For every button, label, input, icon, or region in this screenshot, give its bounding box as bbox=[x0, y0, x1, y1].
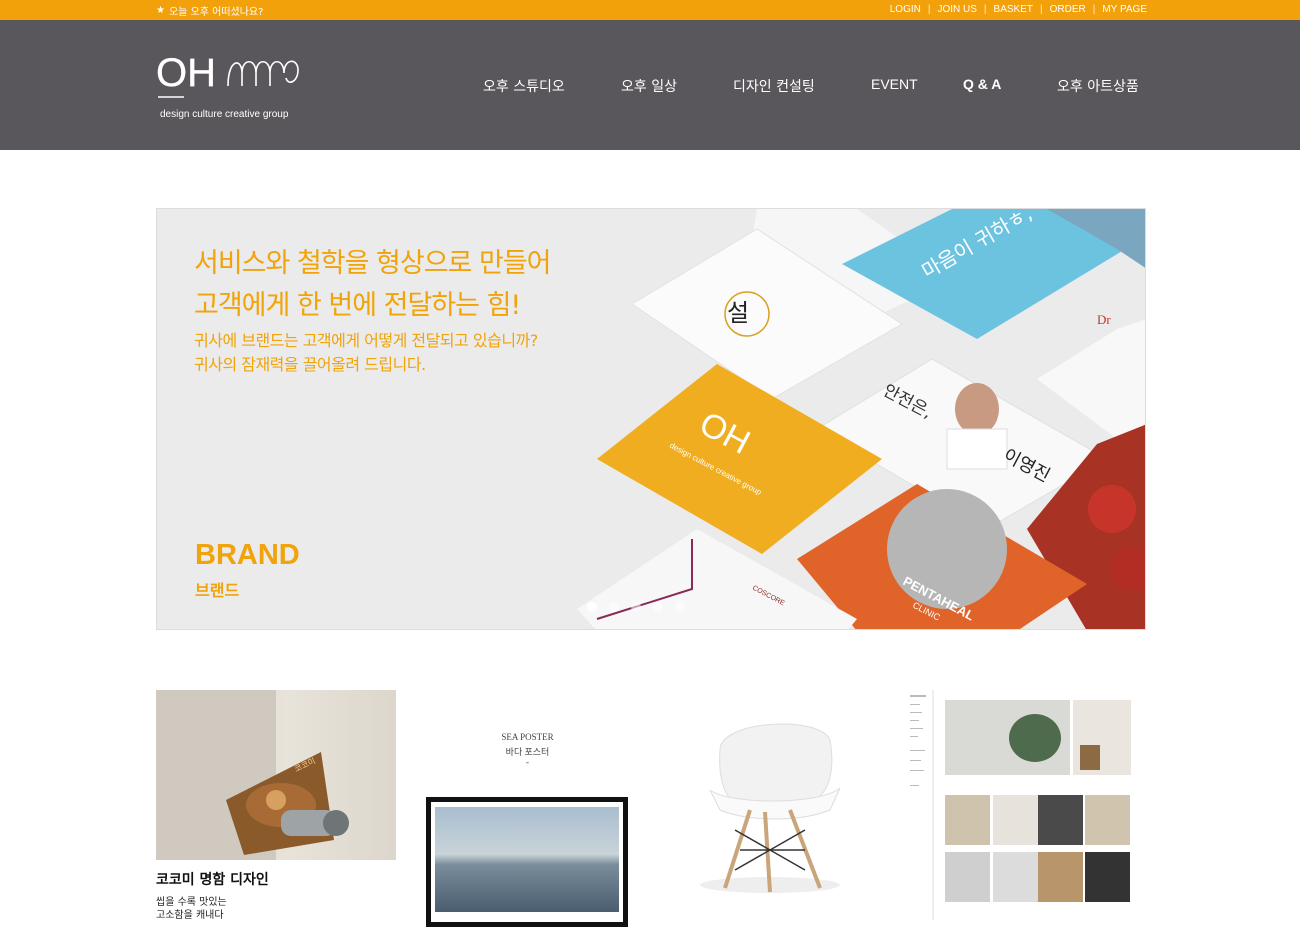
slider-dot[interactable] bbox=[587, 602, 597, 612]
logo-subtitle: design culture creative group bbox=[160, 109, 289, 120]
separator: | bbox=[927, 4, 931, 15]
banner-sub-2: 귀사의 잠재력을 끌어올려 드립니다. bbox=[194, 355, 426, 374]
top-utility-bar: ★ 오늘 오후 어떠셨나요? LOGIN | JOIN US | BASKET | O… bbox=[0, 0, 1300, 20]
separator: | bbox=[1040, 4, 1043, 15]
utility-links: LOGIN | JOIN US | BASKET | ORDER | MY PAGE bbox=[890, 4, 1147, 15]
nav-item-qna[interactable]: Q & A bbox=[963, 76, 1001, 92]
slider-dots bbox=[587, 602, 685, 612]
gallery-title-cocomi[interactable]: 코코미 명함 디자인 bbox=[156, 869, 269, 889]
svg-text:Dr: Dr bbox=[1097, 312, 1111, 327]
business-card-clip-image: 코코미 bbox=[156, 690, 349, 860]
separator: | bbox=[1092, 4, 1096, 15]
slider-dot[interactable] bbox=[675, 602, 685, 612]
banner-category: BRAND bbox=[195, 539, 300, 571]
banner-category-ko: 브랜드 bbox=[195, 581, 240, 600]
slider-dot[interactable] bbox=[609, 602, 619, 612]
join-us-link[interactable]: JOIN US bbox=[937, 4, 976, 15]
star-icon: ★ bbox=[156, 5, 165, 16]
gallery-item-brand-mockup[interactable] bbox=[905, 690, 1145, 920]
my-page-link[interactable]: MY PAGE bbox=[1102, 4, 1147, 15]
nav-item-event[interactable]: EVENT bbox=[871, 76, 918, 92]
slider-dot[interactable] bbox=[653, 602, 663, 612]
banner-headline-2: 고객에게 한 번에 전달하는 힘! bbox=[194, 290, 521, 321]
gallery-desc-cocomi: 씹을 수록 맛있는 고소함을 캐내다 bbox=[156, 897, 227, 921]
site-header: OH design culture creative group 오후 스튜디오… bbox=[0, 20, 1300, 150]
gallery-item-chair[interactable] bbox=[680, 710, 860, 900]
brand-mockup-image bbox=[910, 690, 1131, 920]
banner-sub-1: 귀사에 브랜드는 고객에게 어떻게 전달되고 있습니까? bbox=[194, 331, 538, 350]
nav-item-consulting[interactable]: 디자인 컨설팅 bbox=[733, 76, 815, 96]
order-link[interactable]: ORDER bbox=[1050, 4, 1086, 15]
banner-headline-1: 서비스와 철학을 형상으로 만들어 bbox=[194, 248, 552, 279]
nav-item-art-goods[interactable]: 오후 아트상품 bbox=[1057, 76, 1139, 96]
nav-item-studio[interactable]: 오후 스튜디오 bbox=[483, 76, 565, 96]
poster-frame bbox=[426, 797, 628, 927]
gallery-thumb-cocomi[interactable]: 코코미 bbox=[156, 690, 396, 860]
gallery-item-sea-poster[interactable]: SEA POSTER 바다 포스터 - bbox=[425, 690, 630, 927]
poster-caption-dash: - bbox=[526, 757, 529, 767]
svg-text:설: 설 bbox=[727, 299, 749, 327]
logo-mark: OH bbox=[156, 51, 216, 95]
slider-dot[interactable] bbox=[631, 602, 641, 612]
nav-item-daily[interactable]: 오후 일상 bbox=[621, 76, 677, 96]
poster-caption-en: SEA POSTER bbox=[501, 732, 554, 742]
sea-photo bbox=[435, 807, 619, 912]
greeting-text: 오늘 오후 어떠셨나요? bbox=[168, 7, 264, 18]
basket-link[interactable]: BASKET bbox=[994, 4, 1033, 15]
login-link[interactable]: LOGIN bbox=[890, 4, 921, 15]
greeting: ★ 오늘 오후 어떠셨나요? bbox=[156, 3, 263, 18]
separator: | bbox=[983, 4, 987, 15]
hero-banner[interactable]: 설 마음이 귀하ㅎ, Dr 안전은, 이영진 OH design culture… bbox=[156, 208, 1146, 630]
